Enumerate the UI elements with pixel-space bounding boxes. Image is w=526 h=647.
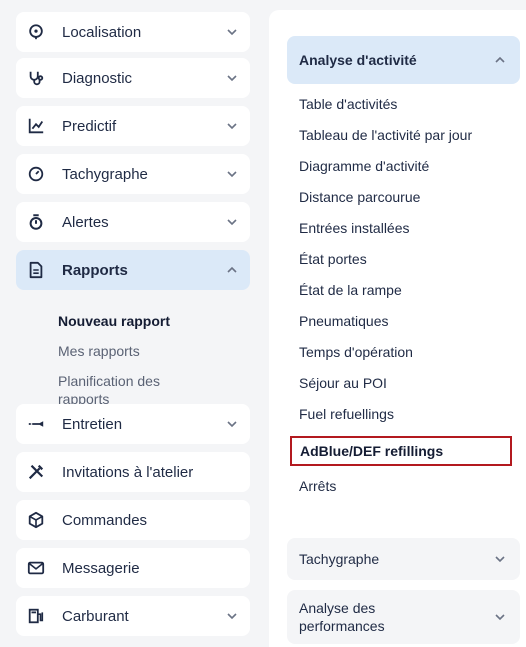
sidebar-item-entretien[interactable]: Entretien: [16, 404, 250, 444]
chevron-down-icon: [495, 614, 505, 621]
location-pin-icon: [26, 22, 46, 42]
sidebar-item-label: Tachygraphe: [62, 165, 148, 183]
sidebar-item-diagnostic[interactable]: Diagnostic: [16, 58, 250, 98]
wrench-icon: [26, 414, 46, 434]
fuel-pump-icon: [26, 606, 46, 626]
sidebar-item-label: Commandes: [62, 511, 148, 529]
section-title: Analyse des performances: [299, 600, 385, 634]
report-link[interactable]: Temps d'opération: [299, 343, 514, 361]
sidebar-item-label: Carburant: [62, 607, 129, 625]
sidebar-item-label: Messagerie: [62, 559, 140, 577]
chevron-up-icon: [495, 56, 505, 63]
sidebar-item-predictif[interactable]: Predictif: [16, 106, 250, 146]
report-link[interactable]: Séjour au POI: [299, 374, 514, 392]
report-link[interactable]: Tableau de l'activité par jour: [299, 126, 504, 144]
sidebar-item-commandes[interactable]: Commandes: [16, 500, 250, 540]
sidebar-item-carburant[interactable]: Carburant: [16, 596, 250, 636]
document-icon: [26, 260, 46, 280]
chevron-down-icon: [227, 29, 237, 36]
section-title: Analyse d'activité: [299, 52, 417, 68]
mail-icon: [26, 558, 46, 578]
report-type-panel: Analyse d'activité Table d'activités Tab…: [269, 10, 526, 647]
submenu-item-planification[interactable]: Planification des rapports: [58, 372, 208, 408]
chevron-down-icon: [227, 421, 237, 428]
sidebar-item-invitations[interactable]: Invitations à l'atelier: [16, 452, 250, 492]
sidebar-item-label: Entretien: [62, 415, 123, 433]
section-title: Tachygraphe: [299, 551, 380, 567]
sidebar: Localisation Diagnostic Predictif Tachyg…: [0, 0, 261, 647]
report-link[interactable]: Arrêts: [299, 477, 514, 495]
box-icon: [26, 510, 46, 530]
chevron-down-icon: [227, 123, 237, 130]
report-link[interactable]: Diagramme d'activité: [299, 157, 514, 175]
sidebar-item-label: Alertes: [62, 213, 109, 231]
sidebar-item-label: Predictif: [62, 117, 117, 135]
sidebar-item-label: Invitations à l'atelier: [62, 463, 194, 481]
sidebar-item-messagerie[interactable]: Messagerie: [16, 548, 250, 588]
report-link[interactable]: État de la rampe: [299, 281, 514, 299]
sidebar-item-tachygraphe[interactable]: Tachygraphe: [16, 154, 250, 194]
stethoscope-icon: [26, 68, 46, 88]
section-analyse-activite[interactable]: Analyse d'activité: [287, 36, 520, 84]
sidebar-item-label: Localisation: [62, 23, 142, 41]
section-tachygraphe[interactable]: Tachygraphe: [287, 538, 520, 580]
trend-chart-icon: [26, 116, 46, 136]
report-link[interactable]: Table d'activités: [299, 95, 514, 113]
report-link[interactable]: Pneumatiques: [299, 312, 514, 330]
chevron-down-icon: [495, 556, 505, 563]
sidebar-item-localisation[interactable]: Localisation: [16, 12, 250, 52]
sidebar-item-alertes[interactable]: Alertes: [16, 202, 250, 242]
chevron-down-icon: [227, 75, 237, 82]
chevron-down-icon: [227, 171, 237, 178]
sidebar-item-rapports[interactable]: Rapports: [16, 250, 250, 290]
tools-icon: [26, 462, 46, 482]
submenu-item-nouveau-rapport[interactable]: Nouveau rapport: [58, 312, 250, 330]
chevron-up-icon: [227, 266, 237, 273]
sidebar-item-label: Rapports: [62, 261, 128, 279]
report-link[interactable]: Fuel refuellings: [299, 405, 514, 423]
section-analyse-performances[interactable]: Analyse des performances: [287, 590, 520, 644]
chevron-down-icon: [227, 613, 237, 620]
report-link[interactable]: Distance parcourue: [299, 188, 514, 206]
activity-report-list: Table d'activités Tableau de l'activité …: [290, 95, 514, 508]
report-link-highlighted[interactable]: AdBlue/DEF refillings: [290, 436, 512, 466]
stopwatch-icon: [26, 212, 46, 232]
submenu-item-mes-rapports[interactable]: Mes rapports: [58, 342, 250, 360]
gauge-icon: [26, 164, 46, 184]
report-link[interactable]: État portes: [299, 250, 514, 268]
sidebar-item-label: Diagnostic: [62, 69, 133, 87]
report-link[interactable]: Entrées installées: [299, 219, 514, 237]
chevron-down-icon: [227, 219, 237, 226]
